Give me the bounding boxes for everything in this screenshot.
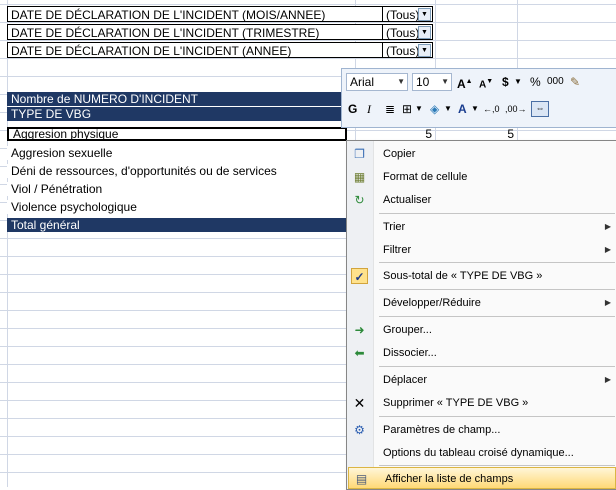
filter-value[interactable]: (Tous) ▼ — [383, 6, 433, 22]
menu-separator — [379, 213, 615, 214]
grid-line — [0, 4, 616, 5]
filter-label: DATE DE DÉCLARATION DE L'INCIDENT (ANNEE… — [7, 42, 383, 58]
menu-item-pivot-options[interactable]: Options du tableau croisé dynamique... — [347, 442, 616, 464]
menu-item-expand-collapse[interactable]: Développer/Réduire ▶ — [347, 292, 616, 314]
pivot-row[interactable]: Viol / Pénétration — [7, 182, 347, 196]
format-cells-icon: ▦ — [353, 170, 366, 184]
font-color-icon[interactable]: A — [458, 99, 467, 119]
increase-decimal-icon[interactable]: ←,0 — [483, 99, 500, 119]
context-menu: ❐ Copier ▦ Format de cellule ↻ Actualise… — [346, 140, 616, 490]
pivot-row[interactable]: Aggresion sexuelle — [7, 146, 347, 160]
dropdown-arrow-icon[interactable]: ▼ — [514, 72, 522, 92]
filter-value[interactable]: (Tous) ▼ — [383, 24, 433, 40]
menu-item-copy[interactable]: ❐ Copier — [347, 143, 616, 165]
field-list-icon: ▤ — [355, 472, 368, 486]
font-name-combo[interactable]: Arial ▼ — [346, 73, 408, 91]
checkmark-icon: ✓ — [351, 268, 368, 284]
menu-item-group[interactable]: ➜ Grouper... — [347, 319, 616, 341]
filter-label: DATE DE DÉCLARATION DE L'INCIDENT (TRIME… — [7, 24, 383, 40]
pivot-row[interactable]: Violence psychologique — [7, 200, 347, 214]
menu-item-field-settings[interactable]: ⚙ Paramètres de champ... — [347, 419, 616, 441]
dropdown-arrow-icon[interactable]: ▼ — [418, 8, 431, 21]
submenu-arrow-icon: ▶ — [604, 375, 611, 384]
mini-toolbar: Arial ▼ 10 ▼ A▲ A▼ $ ▼ % 000 ✎ G I ≣ ⊞ ▼ ◈… — [341, 68, 616, 128]
fill-color-icon[interactable]: ◈ — [430, 99, 439, 119]
filter-label: DATE DE DÉCLARATION DE L'INCIDENT (MOIS/… — [7, 6, 383, 22]
thousands-separator-button[interactable]: 000 — [547, 72, 564, 92]
pivot-row[interactable]: Aggresion physique — [7, 127, 347, 141]
italic-button[interactable]: I — [367, 99, 371, 119]
group-arrow-icon: ➜ — [354, 323, 365, 337]
menu-separator — [379, 465, 615, 466]
ungroup-arrow-icon: ⬅ — [354, 346, 365, 360]
dropdown-arrow-icon[interactable]: ▼ — [471, 99, 479, 119]
copy-icon: ❐ — [354, 147, 365, 161]
dropdown-arrow-icon[interactable]: ▼ — [415, 99, 423, 119]
dropdown-arrow-icon[interactable]: ▼ — [418, 26, 431, 39]
pivot-data-header[interactable]: Nombre de NUMERO D'INCIDENT — [7, 92, 347, 106]
submenu-arrow-icon: ▶ — [604, 222, 611, 231]
menu-item-format-cells[interactable]: ▦ Format de cellule — [347, 166, 616, 188]
pivot-value-cell[interactable]: 5 — [355, 127, 435, 141]
submenu-arrow-icon: ▶ — [604, 245, 611, 254]
decrease-decimal-icon[interactable]: ,00→ — [505, 99, 527, 119]
menu-item-sort[interactable]: Trier ▶ — [347, 216, 616, 238]
menu-item-ungroup[interactable]: ⬅ Dissocier... — [347, 342, 616, 364]
menu-separator — [379, 366, 615, 367]
font-size-combo[interactable]: 10 ▼ — [412, 73, 452, 91]
refresh-icon: ↻ — [354, 193, 365, 207]
percent-button[interactable]: % — [530, 72, 541, 92]
menu-item-filter[interactable]: Filtrer ▶ — [347, 239, 616, 261]
borders-icon[interactable]: ⊞ — [402, 99, 412, 119]
menu-item-move[interactable]: Déplacer ▶ — [347, 369, 616, 391]
grow-font-button[interactable]: A▲ — [457, 72, 473, 92]
submenu-arrow-icon: ▶ — [604, 298, 611, 307]
filter-value[interactable]: (Tous) ▼ — [383, 42, 433, 58]
menu-item-refresh[interactable]: ↻ Actualiser — [347, 189, 616, 211]
grid-line — [0, 22, 616, 23]
menu-item-remove-field[interactable]: ✕ Supprimer « TYPE DE VBG » — [347, 392, 616, 414]
grid-line — [0, 40, 616, 41]
pivot-row-header[interactable]: TYPE DE VBG — [7, 107, 347, 121]
menu-item-subtotal[interactable]: ✓ Sous-total de « TYPE DE VBG » — [347, 265, 616, 287]
currency-button[interactable]: $ — [502, 72, 509, 92]
menu-separator — [379, 262, 615, 263]
bold-button[interactable]: G — [348, 99, 357, 119]
menu-separator — [379, 289, 615, 290]
merge-cells-icon[interactable]: ⇔ — [531, 101, 549, 117]
grid-line — [0, 58, 616, 59]
dropdown-arrow-icon[interactable]: ▼ — [444, 99, 452, 119]
menu-separator — [379, 416, 615, 417]
delete-x-icon: ✕ — [353, 395, 366, 411]
menu-item-show-field-list[interactable]: ▤ Afficher la liste de champs — [348, 467, 616, 489]
format-painter-icon[interactable]: ✎ — [570, 72, 580, 92]
pivot-row[interactable]: Déni de ressources, d'opportunités ou de… — [7, 164, 347, 178]
grid-line — [7, 0, 8, 487]
dropdown-arrow-icon[interactable]: ▼ — [418, 44, 431, 57]
menu-separator — [379, 316, 615, 317]
shrink-font-button[interactable]: A▼ — [479, 72, 493, 92]
field-settings-icon: ⚙ — [354, 423, 365, 437]
align-center-icon[interactable]: ≣ — [385, 99, 395, 119]
pivot-total-cell[interactable]: 5 — [435, 127, 517, 141]
pivot-grand-total[interactable]: Total général — [7, 218, 347, 232]
